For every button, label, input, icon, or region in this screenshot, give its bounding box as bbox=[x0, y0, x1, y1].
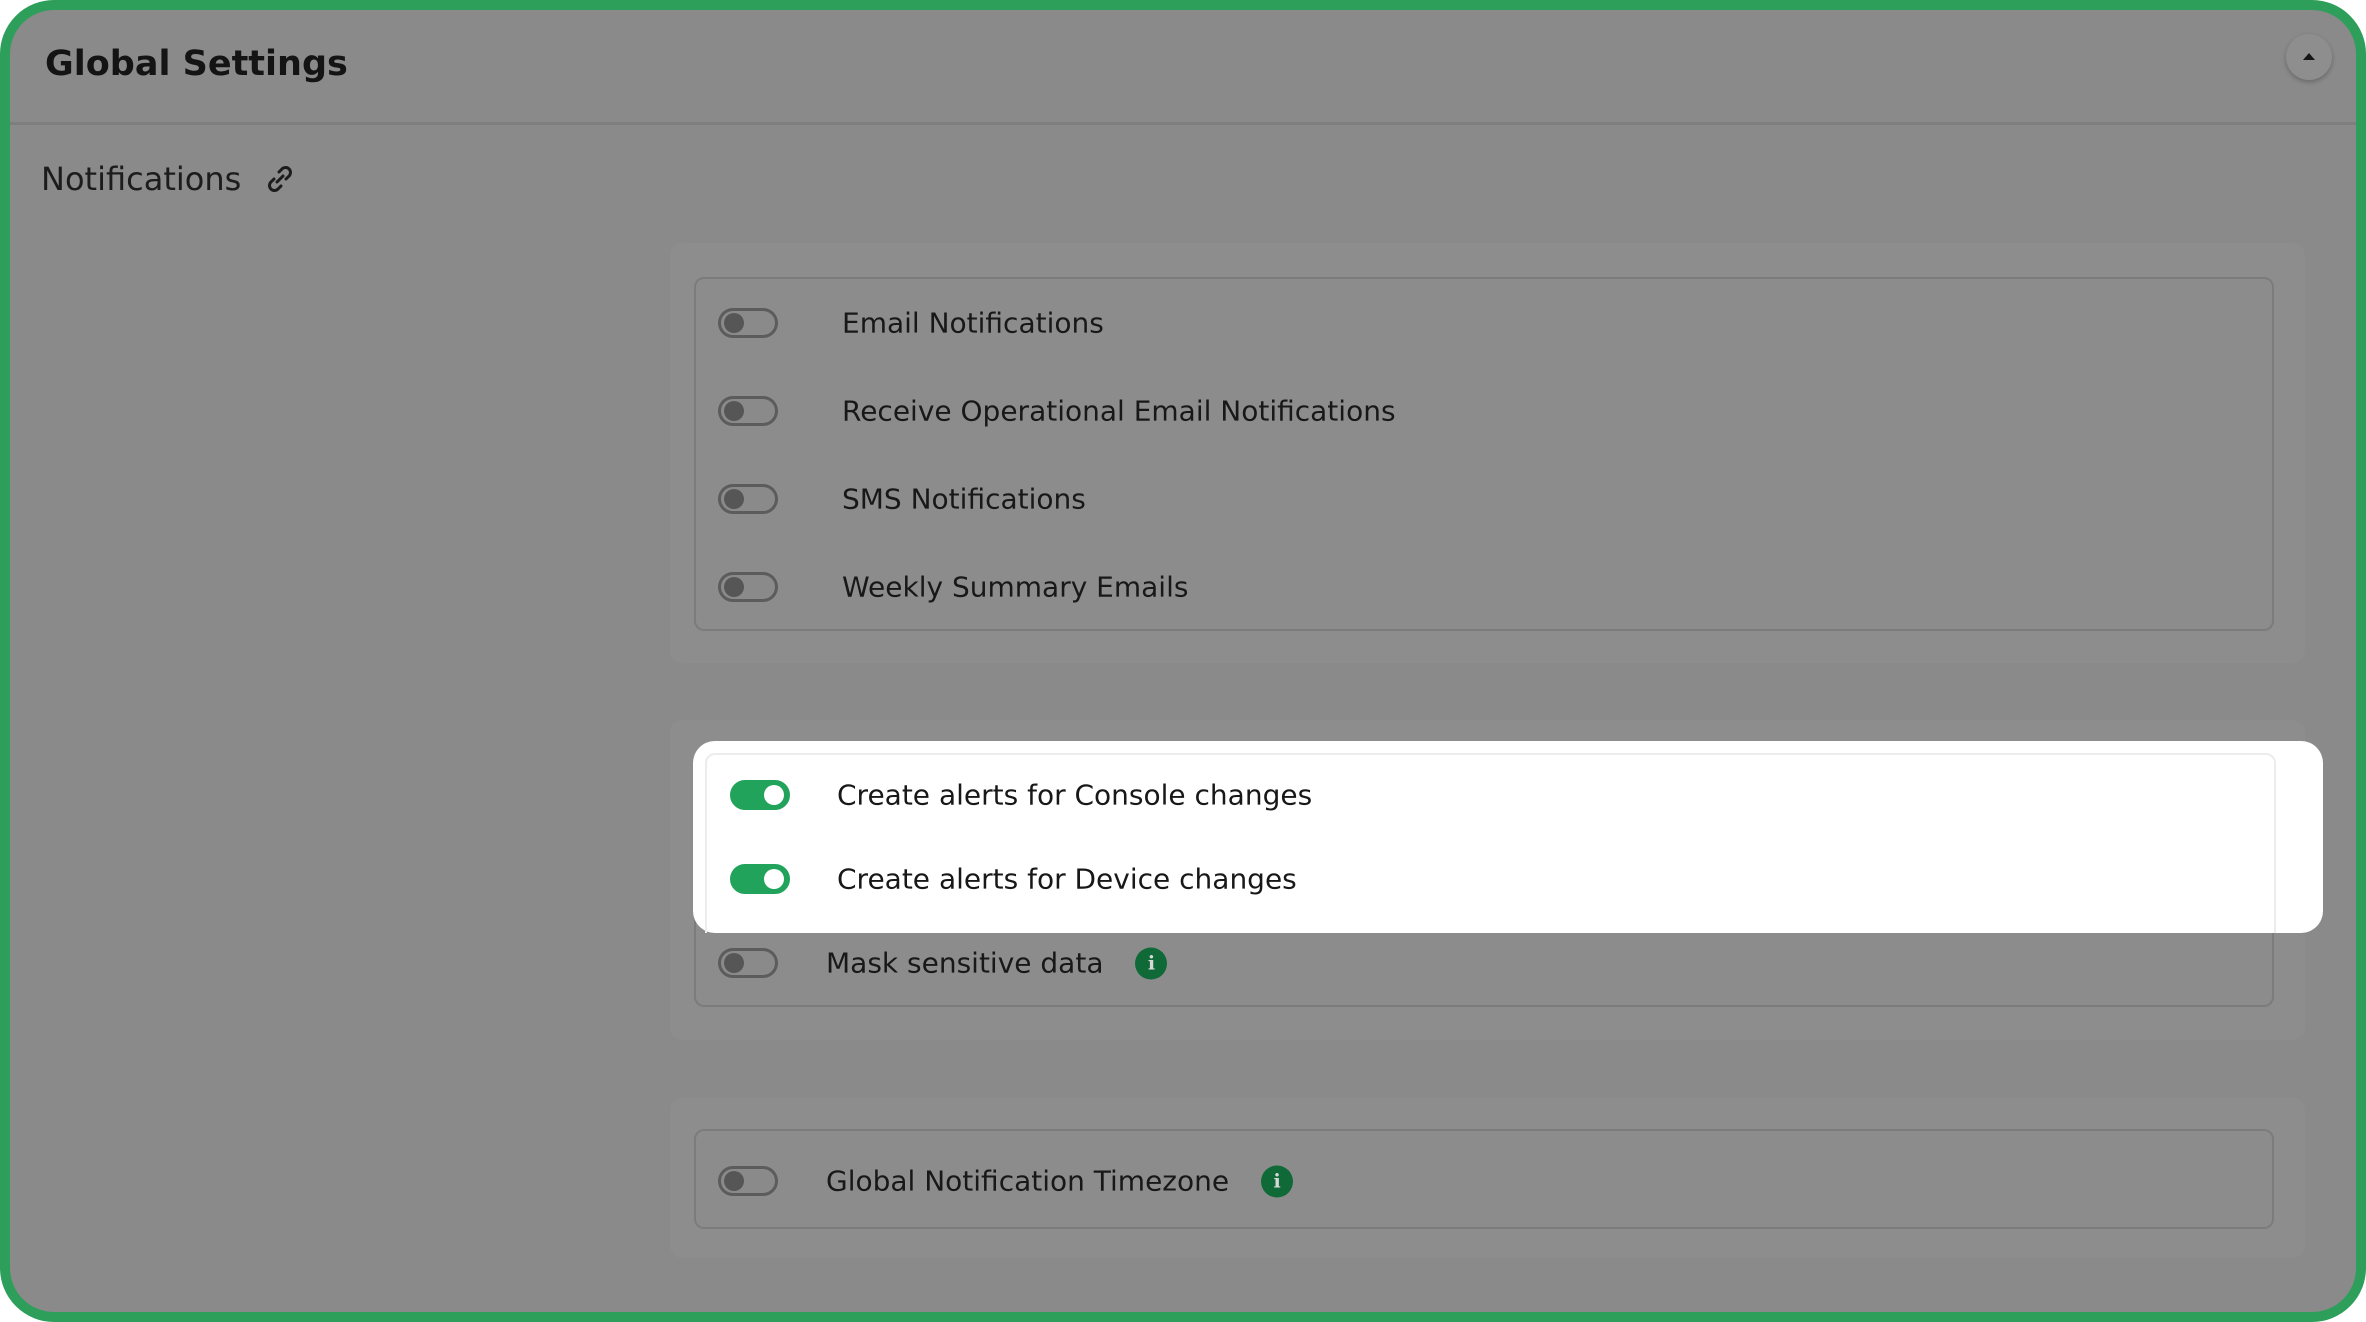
settings-header: Global Settings bbox=[10, 10, 2356, 125]
setting-row-sms-notifications: SMS Notifications bbox=[696, 459, 2272, 539]
setting-label: Weekly Summary Emails bbox=[842, 570, 1189, 604]
page-title: Global Settings bbox=[45, 44, 348, 84]
collapse-button[interactable] bbox=[2286, 34, 2332, 80]
setting-row-device-alerts: Create alerts for Device changes bbox=[707, 839, 2274, 919]
setting-label-with-info: Global Notification Timezone i bbox=[826, 1164, 1294, 1198]
setting-row-console-alerts: Create alerts for Console changes bbox=[707, 755, 2274, 835]
email-notifications-toggle[interactable] bbox=[718, 308, 778, 338]
highlighted-card: Create alerts for Console changes Create… bbox=[705, 753, 2276, 933]
timezone-card: Global Notification Timezone i bbox=[694, 1129, 2274, 1229]
setting-row-operational-email: Receive Operational Email Notifications bbox=[696, 371, 2272, 451]
section-title: Notifications bbox=[41, 160, 242, 198]
sms-notifications-toggle[interactable] bbox=[718, 484, 778, 514]
info-icon[interactable]: i bbox=[1261, 1165, 1294, 1197]
setting-label: Create alerts for Device changes bbox=[837, 862, 1297, 896]
setting-row-global-timezone: Global Notification Timezone i bbox=[696, 1141, 2272, 1221]
info-icon[interactable]: i bbox=[1135, 947, 1168, 979]
global-timezone-toggle[interactable] bbox=[718, 1166, 778, 1196]
highlighted-alerts-region: Create alerts for Console changes Create… bbox=[693, 741, 2323, 933]
link-icon[interactable] bbox=[263, 162, 297, 196]
section-header: Notifications bbox=[41, 160, 297, 198]
setting-label: Global Notification Timezone bbox=[826, 1164, 1230, 1198]
setting-label-with-info: Mask sensitive data i bbox=[826, 946, 1168, 980]
setting-label: SMS Notifications bbox=[842, 482, 1086, 516]
setting-row-mask-sensitive-data: Mask sensitive data i bbox=[696, 923, 2272, 1003]
setting-label: Create alerts for Console changes bbox=[837, 778, 1313, 812]
setting-label: Receive Operational Email Notifications bbox=[842, 394, 1396, 428]
weekly-summary-toggle[interactable] bbox=[718, 572, 778, 602]
setting-label: Email Notifications bbox=[842, 306, 1104, 340]
caret-up-icon bbox=[2303, 53, 2315, 60]
setting-row-weekly-summary: Weekly Summary Emails bbox=[696, 547, 2272, 627]
setting-row-email-notifications: Email Notifications bbox=[696, 283, 2272, 363]
console-alerts-toggle[interactable] bbox=[730, 780, 790, 810]
mask-sensitive-data-toggle[interactable] bbox=[718, 948, 778, 978]
device-alerts-toggle[interactable] bbox=[730, 864, 790, 894]
setting-label: Mask sensitive data bbox=[826, 946, 1104, 980]
notifications-card: Email Notifications Receive Operational … bbox=[694, 277, 2274, 631]
operational-email-toggle[interactable] bbox=[718, 396, 778, 426]
settings-window: Global Settings Notifications Email Noti… bbox=[0, 0, 2366, 1322]
